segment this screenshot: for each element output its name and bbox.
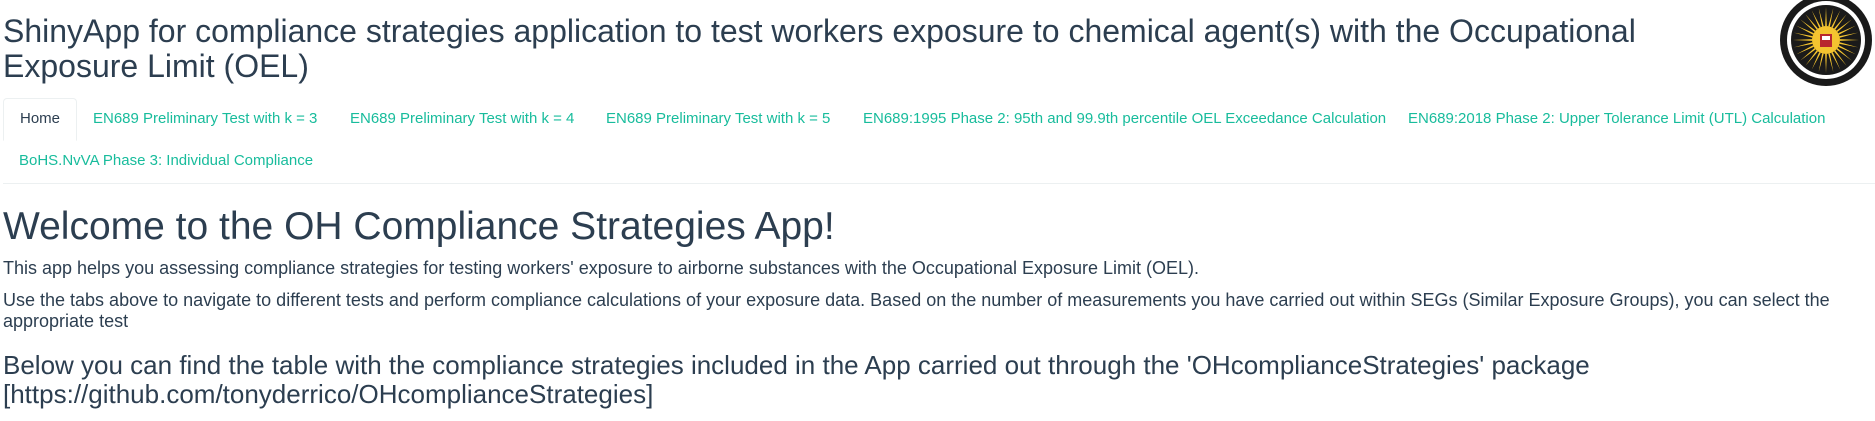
- main-nav-tabs: Home EN689 Preliminary Test with k = 3 E…: [3, 98, 1875, 184]
- intro-text: This app helps you assessing compliance …: [3, 258, 1200, 278]
- tab-preliminary-k4[interactable]: EN689 Preliminary Test with k = 4: [350, 110, 574, 128]
- tab-home[interactable]: Home: [3, 98, 78, 141]
- tab-preliminary-k3[interactable]: EN689 Preliminary Test with k = 3: [93, 110, 317, 128]
- tab-en689-2018-phase2[interactable]: EN689:2018 Phase 2: Upper Tolerance Limi…: [1408, 110, 1825, 128]
- university-sun-seal-icon: [1778, 0, 1875, 94]
- compliance-table-heading: Below you can find the table with the co…: [3, 350, 1590, 409]
- app-title: ShinyApp for compliance strategies appli…: [3, 13, 1636, 84]
- tab-en689-1995-phase2[interactable]: EN689:1995 Phase 2: 95th and 99.9th perc…: [863, 110, 1386, 128]
- instructions-text: Use the tabs above to navigate to differ…: [3, 290, 1830, 331]
- tab-bohs-phase3[interactable]: BoHS.NvVA Phase 3: Individual Compliance: [19, 152, 313, 170]
- app-page: ShinyApp for compliance strategies appli…: [0, 0, 1875, 421]
- welcome-heading: Welcome to the OH Compliance Strategies …: [3, 205, 835, 248]
- tab-preliminary-k5[interactable]: EN689 Preliminary Test with k = 5: [606, 110, 830, 128]
